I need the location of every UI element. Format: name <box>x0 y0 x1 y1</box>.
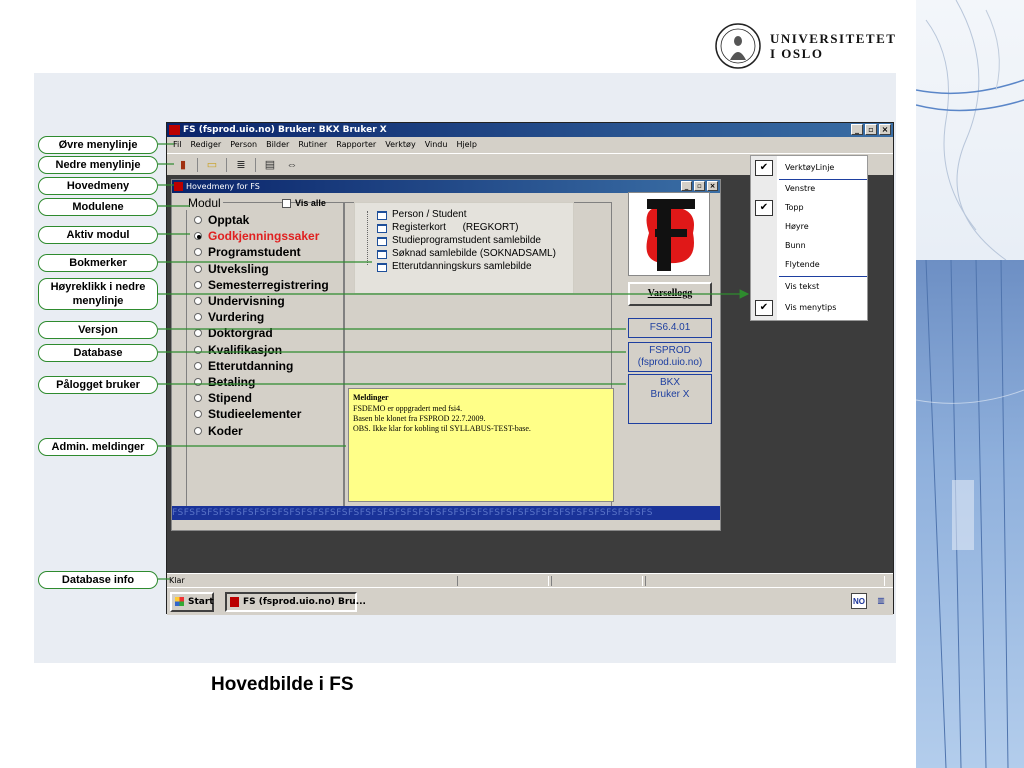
callout-hoyreklikk: Høyreklikk i nedre menylinje <box>38 278 158 310</box>
callout-modulene: Modulene <box>38 198 158 216</box>
slide-caption: Hovedbilde i FS <box>211 674 354 695</box>
callout-palogget-bruker: Pålogget bruker <box>38 376 158 394</box>
callout-admin-meldinger: Admin. meldinger <box>38 438 158 456</box>
callout-database-info: Database info <box>38 571 158 589</box>
slide: UNIVERSITETET I OSLO FS (fsprod.uio.no) … <box>0 0 1024 768</box>
callout-ovre-menylinje: Øvre menylinje <box>38 136 158 154</box>
callout-hovedmeny: Hovedmeny <box>38 177 158 195</box>
callout-versjon: Versjon <box>38 321 158 339</box>
callout-database: Database <box>38 344 158 362</box>
callout-bokmerker: Bokmerker <box>38 254 158 272</box>
callout-aktiv-modul: Aktiv modul <box>38 226 158 244</box>
callout-nedre-menylinje: Nedre menylinje <box>38 156 158 174</box>
